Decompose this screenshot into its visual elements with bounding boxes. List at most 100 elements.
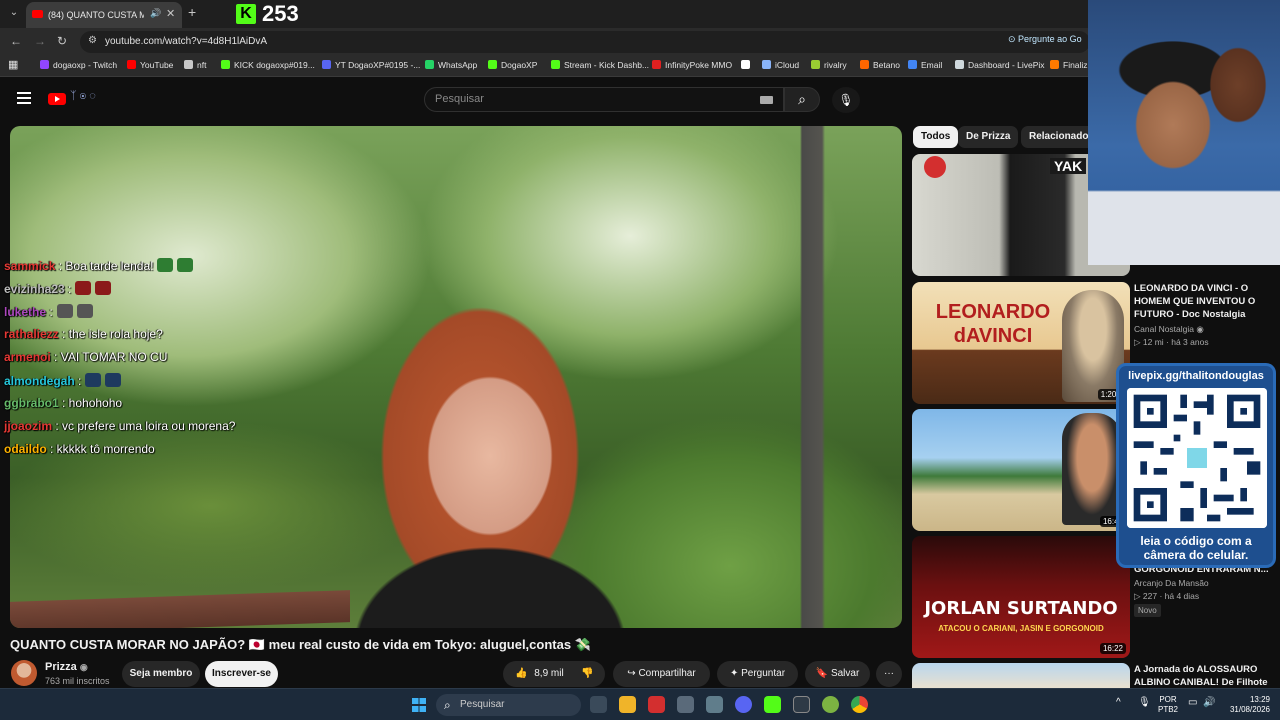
task-view-icon[interactable] [590,696,607,713]
chat-username: ggbrabo1 [4,396,59,410]
language-indicator[interactable]: POR PTB2 [1158,695,1178,715]
kick-app-icon[interactable] [764,696,781,713]
related-channel-4[interactable]: Arcanjo Da Mansão [1134,578,1209,588]
snipping-tool-icon[interactable] [677,696,694,713]
bookmark-item[interactable]: iCloud [762,60,799,70]
back-arrow-icon[interactable]: ← [10,34,22,48]
video-player[interactable] [10,126,902,628]
channel-avatar[interactable] [11,660,37,686]
like-count[interactable]: 8,9 mil [534,668,563,679]
save-button[interactable]: 🔖 Salvar [805,661,870,687]
share-arrow-icon: ↪ [627,668,639,679]
bookmark-item[interactable]: Betano [860,60,900,70]
obs-icon[interactable] [793,696,810,713]
chat-message: armenoi : VAI TOMAR NO CU [4,350,167,364]
app-red-icon[interactable] [648,696,665,713]
related-title-2[interactable]: LEONARDO DA VINCI - O HOMEM QUE INVENTOU… [1134,282,1274,321]
share-button[interactable]: ↪ Compartilhar [613,661,710,687]
like-thumb-icon[interactable]: 👍 [515,668,527,679]
related-channel-2[interactable]: Canal Nostalgia ◉ [1134,324,1204,335]
keyboard-icon[interactable] [760,96,773,104]
portrait-figure [1062,290,1124,402]
chat-text: : VAI TOMAR NO CU [54,350,168,364]
bookmark-item[interactable]: YouTube [127,60,173,70]
speaker-icon[interactable]: 🔊 [150,8,161,19]
ask-button[interactable]: ✦ Perguntar [717,661,798,687]
filter-chip[interactable]: De Prizza [958,126,1019,148]
bookmark-label: rivalry [824,60,847,70]
network-icon[interactable]: ▭ [1188,698,1197,708]
bookmark-item[interactable]: rivalry [811,60,847,70]
chat-text: : [68,282,72,296]
clock[interactable]: 13:29 31/08/2026 [1222,695,1270,715]
reload-icon[interactable]: ↻ [57,34,67,48]
chat-text: : the isle rola hoje? [62,327,163,341]
ask-google-button[interactable]: ⊙ Pergunte ao Go [1008,34,1082,51]
search-button[interactable]: ⌕ [784,87,820,112]
volume-icon[interactable]: 🔊 [1203,698,1215,708]
tray-chevron-icon[interactable]: ^ [1116,698,1121,708]
browser-tab-bar: ⌄ (84) QUANTO CUSTA MORAR 🔊 ✕ + K 253 [0,0,1090,28]
related-thumbnail-3[interactable]: 16:43 [912,409,1130,531]
filter-chip[interactable]: Todos [913,126,959,148]
chrome-icon[interactable] [851,696,868,713]
subscribe-button[interactable]: Inscrever-se [205,661,278,687]
join-button[interactable]: Seja membro [122,661,200,687]
bookmark-item[interactable]: DogaoXP [488,60,537,70]
ask-label: Perguntar [741,668,786,679]
menu-hamburger-icon[interactable] [17,92,31,104]
chat-message: almondegah : [4,373,122,388]
dislike-thumb-icon[interactable]: 👎 [581,661,593,687]
bookmark-item[interactable]: YT DogaoXP#0195 -... [322,60,420,70]
views-play-icon: ▷ [1134,591,1143,601]
youtube-doodle-icon[interactable]: ᛉ ◉ ◌ [70,90,96,102]
forward-arrow-icon[interactable]: → [34,34,46,48]
file-explorer-icon[interactable] [619,696,636,713]
no-photo-sign-icon [924,156,946,178]
youtube-logo-icon[interactable] [48,93,66,105]
windows-start-icon[interactable] [412,698,426,712]
streamer-webcam [1088,0,1280,265]
related-thumbnail-4[interactable]: JORLAN SURTANDO ATACOU O CARIANI, JASIN … [912,536,1130,658]
bookmark-favicon-icon [221,60,230,69]
search-input[interactable]: Pesquisar [424,87,784,112]
tab-search-chevron-icon[interactable]: ⌄ [6,5,22,21]
bookmark-item[interactable]: Email [908,60,942,70]
bookmark-item[interactable]: dogaoxp - Twitch [40,60,117,70]
new-tab-button[interactable]: + [188,4,196,20]
more-actions-button[interactable]: ··· [876,661,902,687]
bookmark-label: dogaoxp - Twitch [53,60,118,70]
microphone-icon[interactable]: 🎙 [1138,698,1151,708]
discord-icon[interactable] [735,696,752,713]
channel-name[interactable]: Prizza ◉ [45,661,88,673]
bookmark-label: Email [921,60,943,70]
bookmark-item[interactable]: WhatsApp [425,60,477,70]
app-green-icon[interactable] [822,696,839,713]
bookmark-item[interactable]: Dashboard - LivePix [955,60,1045,70]
apps-grid-icon[interactable]: ▦ [8,58,18,71]
bookmark-item[interactable]: Stream - Kick Dashb... [551,60,649,70]
taskbar-search-input[interactable]: Pesquisar [436,694,581,716]
calculator-icon[interactable] [706,696,723,713]
keyboard-layout: PTB2 [1158,705,1179,714]
thumb-4-subtitle: ATACOU O CARIANI, JASIN E GORGONOID [938,624,1104,633]
subscriber-count: 763 mil inscritos [45,676,110,686]
omnibox[interactable]: ⚙ youtube.com/watch?v=4d8H1lAiDvA [80,31,1090,53]
site-info-icon[interactable]: ⚙ [88,35,97,46]
bookmark-favicon-icon [184,60,193,69]
related-title-5[interactable]: A Jornada do ALOSSAURO ALBINO CANIBAL! D… [1134,663,1274,689]
bookmark-item[interactable]: KICK dogaoxp#019... [221,60,315,70]
bookmark-item[interactable]: InfinityPoke MMO [652,60,732,70]
bookmark-item[interactable]: Finaliz [1050,60,1088,70]
related-thumbnail-5[interactable] [912,663,1130,688]
related-thumbnail-2[interactable]: LEONARDO dAVINCI 1:20:4 [912,282,1130,404]
bookmark-item[interactable] [741,60,754,70]
browser-tab-active[interactable]: (84) QUANTO CUSTA MORAR 🔊 ✕ [26,2,182,28]
close-tab-icon[interactable]: ✕ [166,7,175,20]
voice-search-mic-icon[interactable]: 🎙 [832,87,860,113]
url-text[interactable]: youtube.com/watch?v=4d8H1lAiDvA [105,36,267,47]
kick-logo-icon: K [236,4,256,24]
chat-message: evizinha23 : [4,281,112,296]
chat-username: armenoi [4,350,51,364]
bookmark-item[interactable]: nft [184,60,206,70]
